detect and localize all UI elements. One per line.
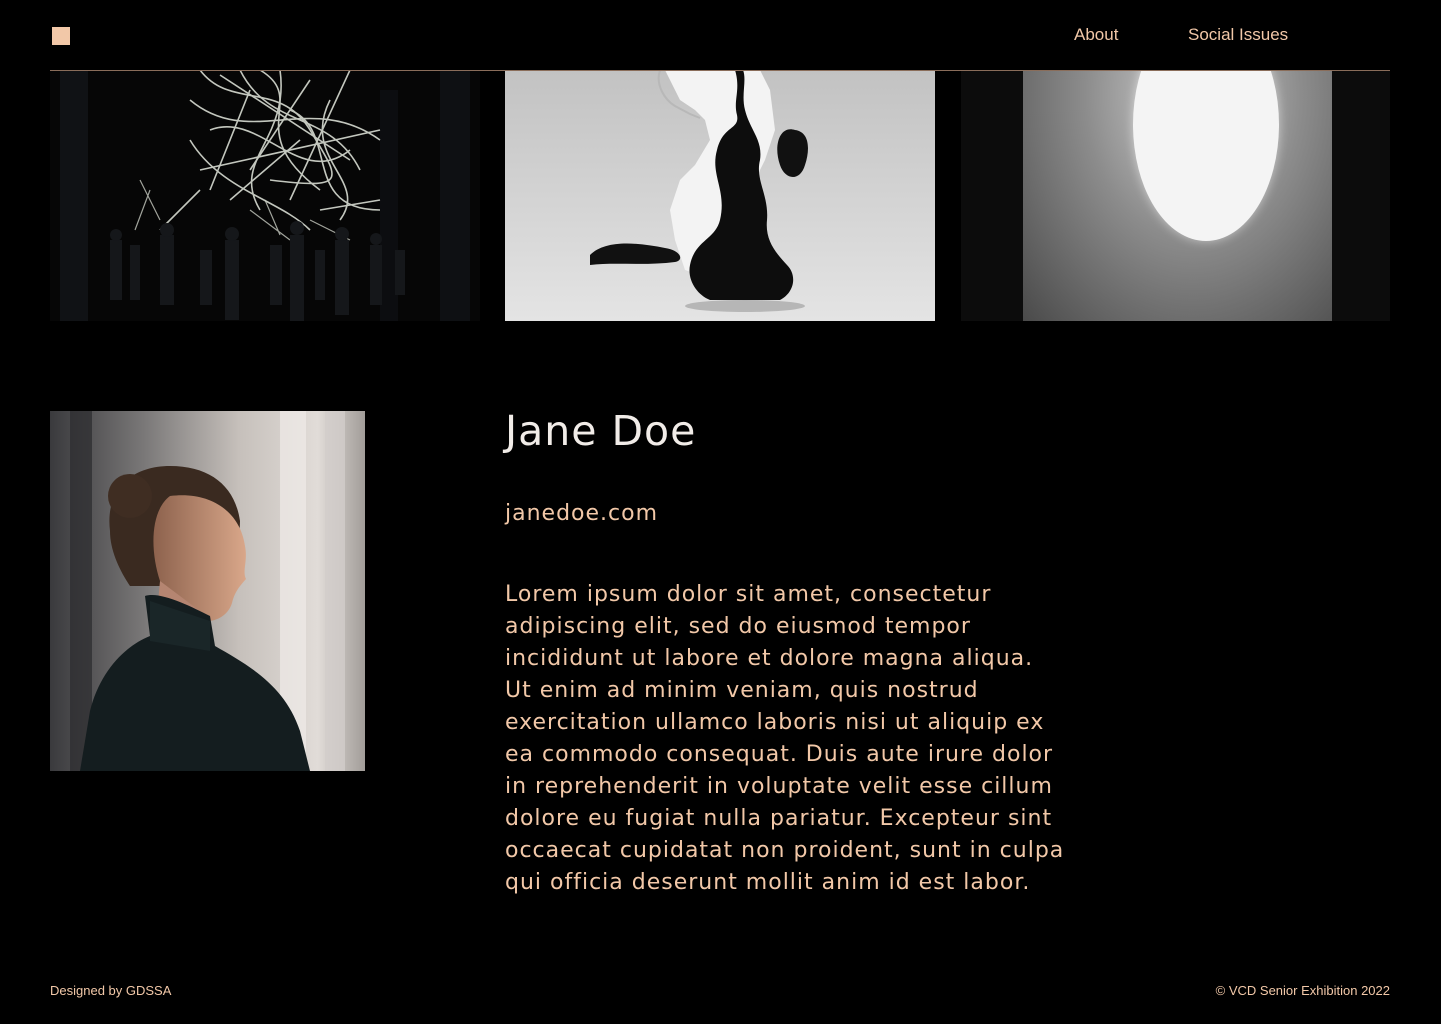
- logo-square-icon[interactable]: [52, 27, 70, 45]
- artist-bio: Lorem ipsum dolor sit amet, consectetur …: [505, 582, 1065, 895]
- footer-copyright: © VCD Senior Exhibition 2022: [1215, 983, 1390, 998]
- nav-link-social-issues[interactable]: Social Issues: [1188, 25, 1288, 45]
- site-header: About Social Issues: [0, 0, 1441, 70]
- gallery-image-sculpture[interactable]: [505, 70, 935, 321]
- portrait-photo-icon: [50, 411, 365, 771]
- artist-name: Jane Doe: [505, 407, 697, 455]
- header-divider: [50, 70, 1390, 71]
- sculpture-photo-icon: [505, 70, 935, 321]
- nav-link-about[interactable]: About: [1074, 25, 1118, 45]
- light-oval-photo-icon: [1133, 70, 1279, 241]
- gallery-image-light-installation[interactable]: [50, 70, 480, 321]
- artist-website-link[interactable]: janedoe.com: [505, 499, 658, 529]
- footer-credit: Designed by GDSSA: [50, 983, 172, 998]
- light-installation-photo-icon: [50, 70, 480, 321]
- gallery-image-light-oval[interactable]: [961, 70, 1390, 321]
- light-panel: [1023, 70, 1332, 321]
- artist-portrait: [50, 411, 365, 771]
